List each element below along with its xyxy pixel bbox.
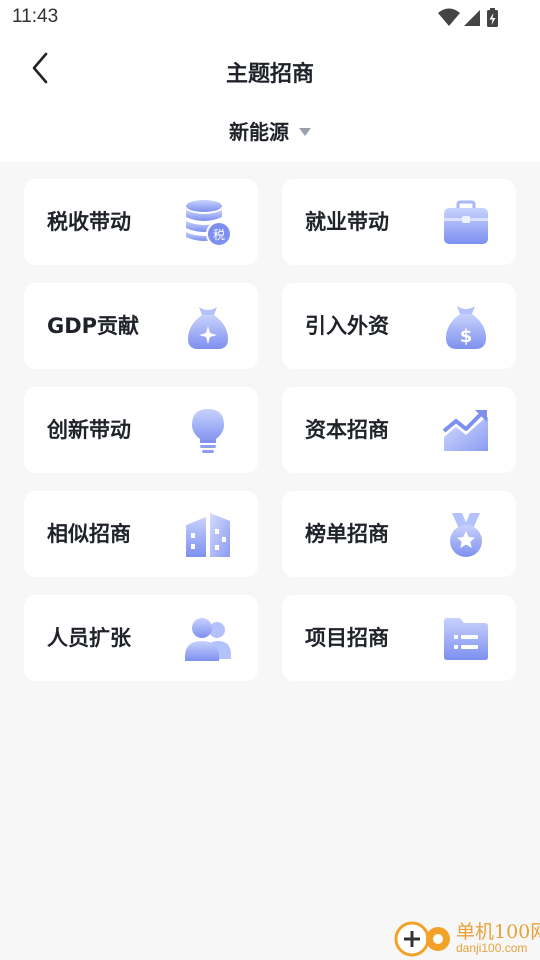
card-label: 榜单招商 — [305, 522, 389, 546]
medal-icon — [442, 511, 490, 559]
status-time: 11:43 — [12, 6, 59, 27]
signal-icon — [464, 10, 480, 26]
caret-down-icon — [299, 127, 311, 136]
tax-badge-text: 税 — [213, 228, 225, 242]
page-title: 主题招商 — [225, 62, 314, 87]
battery-charging-icon — [487, 8, 498, 27]
card-innovation[interactable]: 创新带动 — [24, 387, 258, 473]
card-tax[interactable]: 税收带动 税 — [24, 179, 258, 265]
card-label: 创新带动 — [47, 418, 131, 442]
watermark-text: 单机100网 — [456, 921, 540, 943]
card-label: 项目招商 — [305, 626, 389, 650]
tax-coins-icon: 税 — [184, 199, 232, 247]
card-label: 资本招商 — [305, 418, 389, 442]
watermark-url: danji100.com — [456, 941, 528, 955]
industry-selector[interactable]: 新能源 — [0, 116, 540, 145]
dollar-bag-icon: $ — [442, 303, 490, 351]
status-bar: 11:43 — [0, 0, 540, 36]
category-grid: 税收带动 税 就业带动 GDP贡献 引入外资 $ 创新带动 资本招商 相似招商 … — [24, 179, 516, 681]
card-staff-expansion[interactable]: 人员扩张 — [24, 595, 258, 681]
lightbulb-icon — [184, 407, 232, 455]
watermark: 单机100网 danji100.com — [388, 916, 540, 960]
status-icons — [438, 8, 498, 27]
card-label: 就业带动 — [305, 210, 389, 234]
header: 主题招商 新能源 — [0, 36, 540, 162]
card-label: 税收带动 — [47, 210, 131, 234]
card-foreign-capital[interactable]: 引入外资 $ — [282, 283, 516, 369]
trend-chart-icon — [442, 407, 490, 455]
card-gdp[interactable]: GDP贡献 — [24, 283, 258, 369]
card-label: 引入外资 — [305, 314, 389, 338]
card-label: 相似招商 — [47, 522, 131, 546]
watermark-logo-icon — [394, 921, 450, 957]
wifi-icon — [438, 8, 460, 26]
briefcase-icon — [442, 199, 490, 247]
card-project[interactable]: 项目招商 — [282, 595, 516, 681]
project-folder-icon — [442, 615, 490, 663]
card-similar[interactable]: 相似招商 — [24, 491, 258, 577]
card-ranking[interactable]: 榜单招商 — [282, 491, 516, 577]
people-icon — [184, 615, 232, 663]
card-label: 人员扩张 — [47, 626, 131, 650]
buildings-icon — [184, 511, 232, 559]
money-bag-sparkle-icon — [184, 303, 232, 351]
svg-text:$: $ — [460, 326, 473, 347]
card-capital[interactable]: 资本招商 — [282, 387, 516, 473]
industry-selector-label: 新能源 — [229, 120, 289, 144]
card-label: GDP贡献 — [47, 314, 140, 338]
card-employment[interactable]: 就业带动 — [282, 179, 516, 265]
